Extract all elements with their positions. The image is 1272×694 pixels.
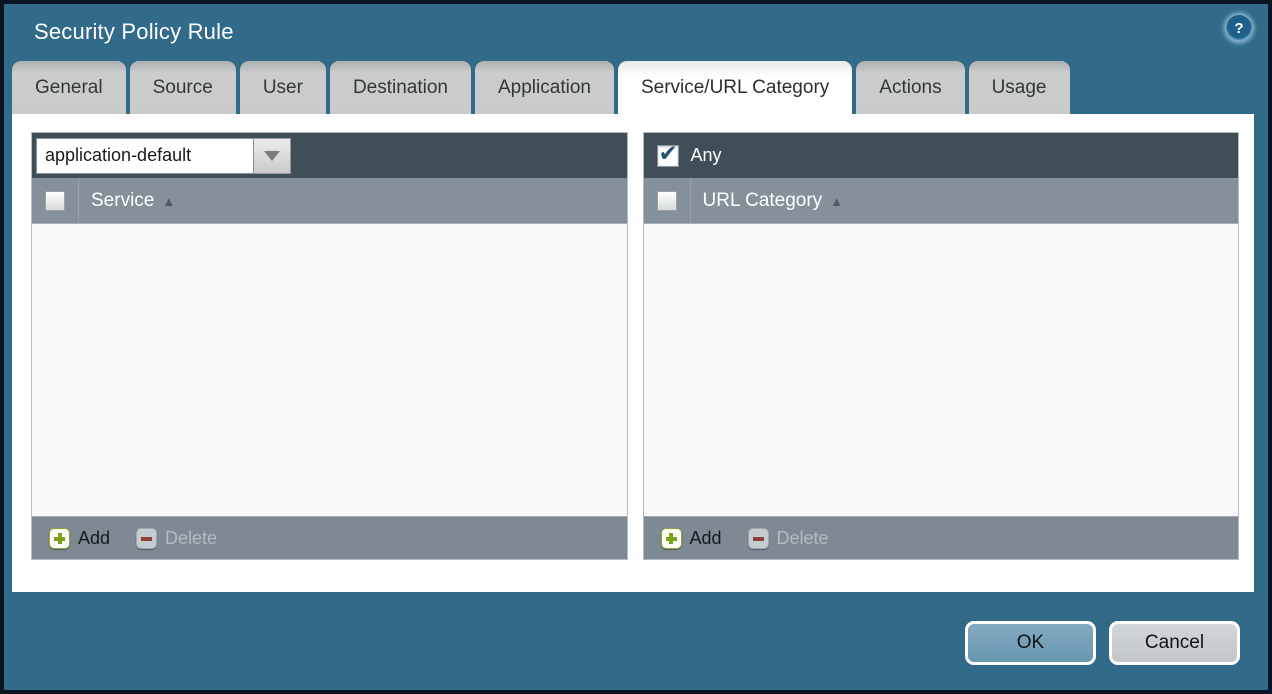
url-category-table-header: URL Category ▲ bbox=[644, 178, 1239, 224]
service-column-header[interactable]: Service ▲ bbox=[79, 190, 175, 212]
any-label: Any bbox=[691, 145, 722, 166]
tab-service-url-category[interactable]: Service/URL Category bbox=[618, 61, 852, 114]
url-category-footer: Add Delete bbox=[644, 516, 1239, 559]
add-service-label: Add bbox=[78, 528, 110, 549]
ok-button[interactable]: OK bbox=[965, 621, 1096, 665]
service-table-header: Service ▲ bbox=[32, 178, 627, 224]
service-select-all-checkbox[interactable] bbox=[45, 191, 65, 211]
tab-application[interactable]: Application bbox=[475, 61, 614, 114]
delete-url-category-button[interactable]: Delete bbox=[748, 528, 829, 549]
help-icon[interactable]: ? bbox=[1226, 15, 1252, 41]
url-category-panel: Any URL Category ▲ Add bbox=[643, 132, 1240, 560]
delete-service-button[interactable]: Delete bbox=[136, 528, 217, 549]
tab-general[interactable]: General bbox=[12, 61, 126, 114]
any-row: Any bbox=[648, 145, 722, 167]
url-category-column-header[interactable]: URL Category ▲ bbox=[691, 190, 844, 212]
service-footer: Add Delete bbox=[32, 516, 627, 559]
service-column-label: Service bbox=[91, 190, 154, 212]
cancel-button[interactable]: Cancel bbox=[1109, 621, 1240, 665]
add-url-category-label: Add bbox=[690, 528, 722, 549]
minus-icon bbox=[136, 528, 157, 549]
tab-content: Service ▲ Add Delete A bbox=[12, 114, 1254, 592]
tab-destination[interactable]: Destination bbox=[330, 61, 471, 114]
url-category-column-label: URL Category bbox=[703, 190, 823, 212]
add-service-button[interactable]: Add bbox=[49, 528, 110, 549]
add-url-category-button[interactable]: Add bbox=[661, 528, 722, 549]
dialog-title: Security Policy Rule bbox=[34, 19, 234, 45]
tab-actions[interactable]: Actions bbox=[856, 61, 964, 114]
dialog-button-bar: OK Cancel bbox=[4, 592, 1268, 665]
tab-bar: General Source User Destination Applicat… bbox=[12, 60, 1268, 114]
url-category-toolbar: Any bbox=[644, 133, 1239, 178]
sort-ascending-icon: ▲ bbox=[162, 192, 175, 209]
service-type-input[interactable] bbox=[36, 138, 254, 174]
service-type-dropdown[interactable] bbox=[36, 138, 291, 174]
url-category-select-all-checkbox[interactable] bbox=[657, 191, 677, 211]
dropdown-arrow-button[interactable] bbox=[254, 138, 291, 174]
url-category-table-body bbox=[644, 224, 1239, 516]
any-checkbox[interactable] bbox=[657, 145, 679, 167]
service-table-body bbox=[32, 224, 627, 516]
plus-icon bbox=[661, 528, 682, 549]
tab-usage[interactable]: Usage bbox=[969, 61, 1070, 114]
minus-icon bbox=[748, 528, 769, 549]
title-bar: Security Policy Rule ? bbox=[4, 4, 1268, 60]
url-category-select-all-cell bbox=[644, 178, 691, 223]
service-select-all-cell bbox=[32, 178, 79, 223]
tab-source[interactable]: Source bbox=[130, 61, 236, 114]
sort-ascending-icon: ▲ bbox=[830, 192, 843, 209]
delete-service-label: Delete bbox=[165, 528, 217, 549]
plus-icon bbox=[49, 528, 70, 549]
service-panel: Service ▲ Add Delete bbox=[31, 132, 628, 560]
security-policy-rule-dialog: Security Policy Rule ? General Source Us… bbox=[0, 0, 1272, 694]
chevron-down-icon bbox=[264, 151, 280, 161]
delete-url-category-label: Delete bbox=[777, 528, 829, 549]
service-toolbar bbox=[32, 133, 627, 178]
tab-user[interactable]: User bbox=[240, 61, 326, 114]
